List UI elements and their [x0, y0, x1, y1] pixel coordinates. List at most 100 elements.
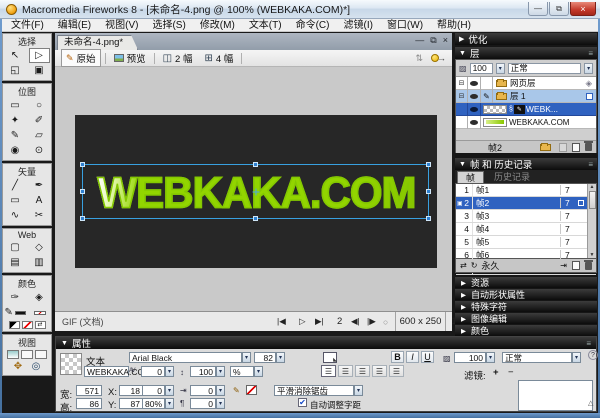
view-original-button[interactable]: ✎原始: [61, 49, 101, 67]
next-frame-button[interactable]: |▶: [367, 312, 376, 331]
view-4up-button[interactable]: ⊞4 幅: [200, 50, 237, 66]
hand-tool-icon[interactable]: ✥: [10, 360, 26, 372]
frame-row[interactable]: 1帧17: [456, 184, 596, 197]
indent-dropdown-icon[interactable]: ▾: [216, 385, 225, 396]
stop-button[interactable]: ○: [383, 312, 388, 331]
kerning-dropdown-icon[interactable]: ▾: [165, 366, 174, 377]
rectangle-hotspot-tool-icon[interactable]: ▢: [5, 240, 26, 255]
frames-scrollbar[interactable]: ▲ ▼: [587, 184, 596, 258]
image-editing-panel-header[interactable]: ▶图像编辑: [455, 313, 597, 324]
fill-color-well[interactable]: [29, 305, 50, 320]
duplicate-layer-icon[interactable]: [559, 143, 567, 152]
baseline-shift-input[interactable]: 0: [141, 385, 165, 396]
menu-item-help[interactable]: 帮助(H): [430, 19, 478, 32]
frame-row-selected[interactable]: ▣2帧27: [456, 197, 596, 210]
magic-wand-tool-icon[interactable]: ✦: [5, 113, 26, 128]
document-tab[interactable]: 未命名-4.png*: [57, 35, 138, 50]
scrollbar-thumb[interactable]: [589, 191, 596, 209]
swap-colors-icon[interactable]: ⇄: [35, 321, 46, 329]
panel-menu-icon[interactable]: ≡: [588, 160, 593, 169]
font-size-input[interactable]: 82: [254, 352, 276, 363]
view-2up-button[interactable]: ◫2 幅: [159, 50, 197, 66]
font-size-spinner-icon[interactable]: ▾: [276, 352, 285, 363]
first-frame-button[interactable]: |◀: [277, 312, 286, 331]
loop-label[interactable]: 永久: [481, 259, 499, 272]
polygon-slice-tool-icon[interactable]: ▥: [29, 255, 50, 270]
menu-item-view[interactable]: 视图(V): [98, 19, 145, 32]
selection-box[interactable]: WEBKAKA.COM: [82, 164, 429, 219]
menu-item-filters[interactable]: 滤镜(I): [336, 19, 379, 32]
colors-panel-header[interactable]: ▶颜色: [455, 325, 597, 336]
leading-dropdown-icon[interactable]: ▾: [216, 366, 225, 377]
new-layer-folder-icon[interactable]: [540, 144, 551, 151]
x-input[interactable]: 18: [119, 385, 143, 396]
frame-delay[interactable]: 7: [560, 211, 586, 221]
brush-tool-icon[interactable]: ✐: [29, 113, 50, 128]
font-select[interactable]: Arial Black: [129, 352, 242, 363]
selection-handle[interactable]: [80, 189, 85, 194]
menu-item-edit[interactable]: 编辑(E): [51, 19, 98, 32]
properties-header[interactable]: ▼ 属性 ≡: [56, 337, 596, 349]
align-left-button[interactable]: ☰: [321, 365, 336, 377]
panel-collapse-icon[interactable]: △: [588, 399, 593, 407]
scale-tool-icon[interactable]: ◱: [5, 63, 26, 78]
web-layer-label[interactable]: 网页层: [510, 77, 536, 89]
leading-input[interactable]: 100: [190, 366, 216, 377]
menu-item-file[interactable]: 文件(F): [4, 19, 51, 32]
autoshape-panel-header[interactable]: ▶自动形状属性: [455, 289, 597, 300]
full-screen-with-menus-button[interactable]: [21, 350, 33, 359]
eraser-tool-icon[interactable]: ▱: [29, 128, 50, 143]
minimize-button[interactable]: —: [528, 2, 548, 16]
antialias-dropdown-icon[interactable]: ▾: [354, 385, 363, 396]
visibility-eye-icon[interactable]: [468, 90, 481, 103]
visibility-eye-icon[interactable]: [468, 116, 481, 129]
blend-dropdown-icon[interactable]: ▾: [572, 352, 581, 363]
optimize-panel-header[interactable]: ▶ 优化: [455, 33, 597, 45]
stroke-color-well[interactable]: ✎: [5, 305, 26, 320]
playback-quality-icon[interactable]: ⇅: [415, 53, 423, 64]
close-button[interactable]: ×: [570, 2, 596, 16]
leading-unit-dropdown-icon[interactable]: ▾: [254, 366, 263, 377]
object-name-input[interactable]: WEBKAKA.CC: [84, 366, 129, 377]
frame-delay[interactable]: 7: [560, 185, 586, 195]
layer1-label[interactable]: 层 1: [510, 90, 526, 102]
blend-mode-select[interactable]: 正常: [502, 352, 572, 363]
blur-tool-icon[interactable]: ◉: [5, 143, 26, 158]
tab-frames[interactable]: 帧: [457, 171, 484, 183]
selection-handle[interactable]: [253, 162, 258, 167]
doc-minimize-button[interactable]: —: [415, 35, 424, 46]
selection-handle[interactable]: [80, 216, 85, 221]
delete-frame-icon[interactable]: [585, 262, 592, 270]
view-preview-button[interactable]: 预览: [110, 50, 150, 66]
pencil-tool-icon[interactable]: ✎: [5, 128, 26, 143]
pointer-tool-icon[interactable]: ↖: [5, 48, 26, 63]
selection-handle[interactable]: [253, 216, 258, 221]
fill-category-icon[interactable]: [246, 385, 257, 395]
freeform-tool-icon[interactable]: ∿: [5, 208, 26, 223]
kerning-input[interactable]: 0: [141, 366, 165, 377]
opacity-input[interactable]: 100: [454, 352, 486, 363]
expander-icon[interactable]: ⊟: [456, 77, 468, 90]
distribute-to-frames-icon[interactable]: ⇥: [560, 261, 567, 270]
font-dropdown-icon[interactable]: ▾: [242, 352, 251, 363]
italic-button[interactable]: I: [406, 351, 419, 363]
default-colors-icon[interactable]: [9, 321, 20, 329]
standard-screen-mode-button[interactable]: [7, 350, 19, 359]
menu-item-text[interactable]: 文本(T): [242, 19, 289, 32]
assets-panel-header[interactable]: ▶资源: [455, 277, 597, 288]
gif-loop-icon[interactable]: ⇄: [460, 261, 467, 270]
selection-handle[interactable]: [426, 162, 431, 167]
antialias-select[interactable]: 平滑消除锯齿: [274, 385, 354, 396]
lock-column[interactable]: [481, 77, 493, 90]
knife-tool-icon[interactable]: ✂: [29, 208, 50, 223]
opacity-dropdown-icon[interactable]: ▾: [496, 63, 505, 74]
visibility-eye-icon[interactable]: [468, 77, 481, 90]
align-justify-button[interactable]: ☰: [372, 365, 387, 377]
previous-frame-button[interactable]: ◀|: [351, 312, 360, 331]
delete-layer-icon[interactable]: [585, 143, 592, 151]
lasso-tool-icon[interactable]: ○: [29, 98, 50, 113]
hscale-input[interactable]: 80%: [141, 398, 165, 409]
selection-handle[interactable]: [80, 162, 85, 167]
leading-unit-select[interactable]: %: [230, 366, 254, 377]
align-right-button[interactable]: ☰: [355, 365, 370, 377]
